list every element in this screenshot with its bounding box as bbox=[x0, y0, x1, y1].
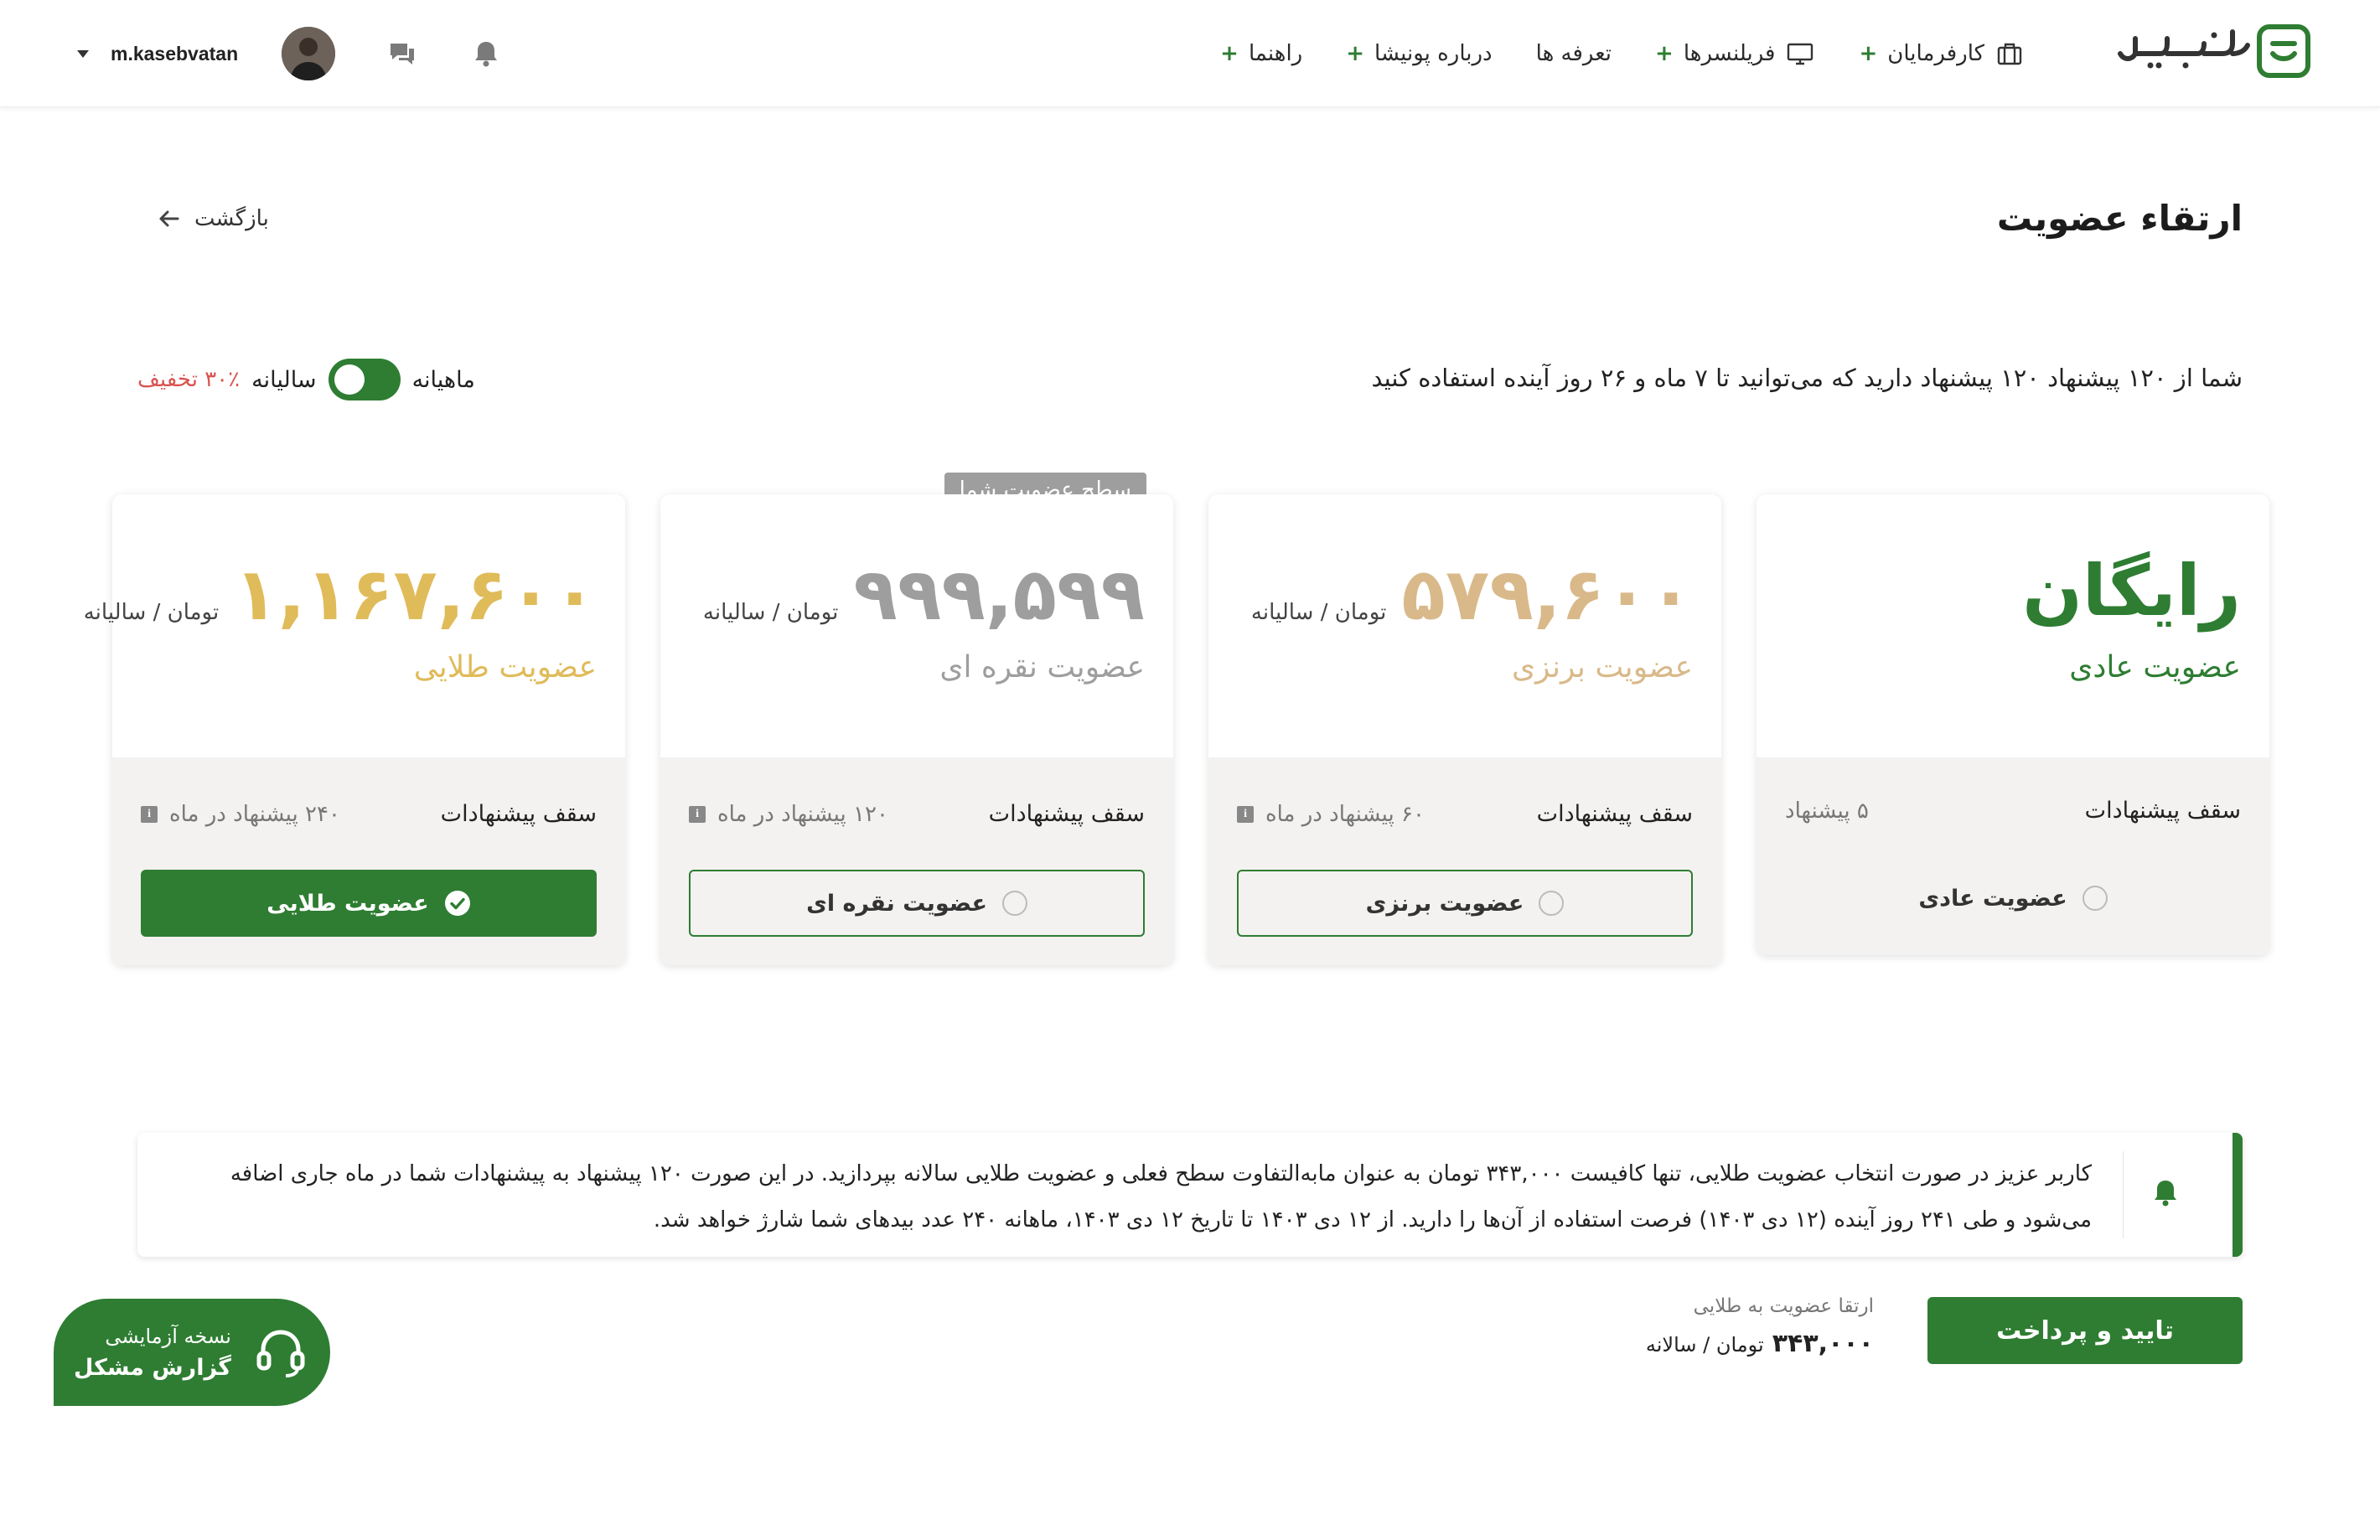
bell-icon[interactable] bbox=[469, 37, 503, 70]
select-free-button[interactable]: عضویت عادی bbox=[1785, 865, 2241, 932]
button-label: عضویت طلایی bbox=[266, 890, 429, 917]
cap-label: سقف پیشنهادات bbox=[440, 801, 597, 827]
report-issue-button[interactable]: نسخه آزمایشی گزارش مشکل bbox=[54, 1299, 330, 1406]
billing-period-switch: ماهیانه سالیانه ۳۰٪ تخفیف bbox=[137, 359, 475, 401]
username[interactable]: m.kasebvatan bbox=[111, 43, 238, 65]
select-bronze-button[interactable]: عضویت برنزی bbox=[1237, 870, 1693, 937]
nav-employers-label: کارفرمایان bbox=[1887, 41, 1984, 66]
chevron-down-icon[interactable] bbox=[77, 49, 89, 58]
nav-pricing-label: تعرفه ها bbox=[1535, 41, 1612, 66]
nav-help[interactable]: راهنما + bbox=[1220, 41, 1302, 66]
top-navbar: کارفرمایان + فریلنسرها + تعرفه ها درباره… bbox=[0, 0, 2380, 107]
back-link[interactable]: بازگشت bbox=[154, 204, 269, 233]
plan-price: رایگان bbox=[2022, 550, 2241, 632]
radio-icon bbox=[1539, 891, 1565, 916]
upgrade-notice: کاربر عزیز در صورت انتخاب عضویت طلایی، ت… bbox=[137, 1133, 2243, 1257]
price-unit: تومان / سالیانه bbox=[702, 600, 839, 625]
price-unit: تومان / سالیانه bbox=[1250, 600, 1387, 625]
page-title: ارتقاء عضویت bbox=[1996, 198, 2243, 239]
plan-card-silver: سطح عضویت شما ۹۹۹,۵۹۹ تومان / سالیانه عض… bbox=[660, 473, 1173, 965]
plan-price: ۵۷۹,۶۰۰ bbox=[1401, 553, 1693, 637]
plan-name: عضویت برنزی bbox=[1511, 650, 1693, 685]
plan-card-gold: ۱,۱۶۷,۶۰۰ تومان / سالیانه عضویت طلایی سق… bbox=[84, 494, 625, 965]
info-icon[interactable]: i bbox=[141, 805, 158, 823]
select-silver-button[interactable]: عضویت نقره ای bbox=[689, 870, 1145, 937]
avatar[interactable] bbox=[282, 27, 336, 80]
plan-name: عضویت عادی bbox=[2069, 650, 2241, 685]
info-icon[interactable]: i bbox=[689, 805, 706, 823]
confirm-pay-button[interactable]: تایید و پرداخت bbox=[1927, 1297, 2243, 1364]
check-circle-icon bbox=[444, 891, 470, 916]
bell-icon bbox=[2155, 1181, 2176, 1207]
radio-icon bbox=[2082, 886, 2108, 911]
cap-value: ۱۲۰ پیشنهاد در ماه i bbox=[689, 802, 888, 827]
summary-title: ارتقا عضویت به طلایی bbox=[1693, 1295, 1874, 1317]
billing-toggle[interactable] bbox=[328, 359, 401, 401]
cap-value: ۲۴۰ پیشنهاد در ماه i bbox=[141, 802, 340, 827]
support-subtitle: نسخه آزمایشی bbox=[105, 1324, 231, 1348]
cap-label: سقف پیشنهادات bbox=[988, 801, 1145, 827]
nav-help-label: راهنما bbox=[1248, 41, 1303, 66]
quota-text: شما از ۱۲۰ پیشنهاد ۱۲۰ پیشنهاد دارید که … bbox=[1371, 364, 2243, 392]
summary-amount: ۳۴۳,۰۰۰ bbox=[1772, 1329, 1874, 1358]
nav-pricing[interactable]: تعرفه ها bbox=[1536, 41, 1612, 66]
plan-card-bronze: ۵۷۹,۶۰۰ تومان / سالیانه عضویت برنزی سقف … bbox=[1208, 494, 1721, 965]
nav-about-label: درباره پونیشا bbox=[1374, 41, 1493, 66]
notice-line-1: کاربر عزیز در صورت انتخاب عضویت طلایی، ت… bbox=[230, 1161, 2092, 1186]
cap-value: ۵ پیشنهاد bbox=[1785, 798, 1869, 824]
plan-name: عضویت نقره ای bbox=[939, 650, 1145, 685]
cap-label: سقف پیشنهادات bbox=[2084, 798, 2241, 824]
cap-value-text: ۱۲۰ پیشنهاد در ماه bbox=[717, 801, 888, 827]
discount-label: ۳۰٪ تخفیف bbox=[137, 367, 241, 392]
select-gold-button[interactable]: عضویت طلایی bbox=[141, 870, 597, 937]
radio-icon bbox=[1001, 891, 1027, 916]
notice-line-2: می‌شود و طی ۲۴۱ روز آینده (۱۲ دی ۱۴۰۳) ف… bbox=[653, 1207, 2092, 1233]
nav-about[interactable]: درباره پونیشا + bbox=[1346, 41, 1492, 66]
plus-icon: + bbox=[1220, 41, 1239, 66]
main-nav: کارفرمایان + فریلنسرها + تعرفه ها درباره… bbox=[1220, 32, 2025, 75]
plus-icon: + bbox=[1859, 41, 1878, 66]
arrow-left-icon bbox=[159, 210, 179, 227]
plus-icon: + bbox=[1346, 41, 1365, 66]
chat-icon[interactable] bbox=[385, 37, 419, 70]
back-label: بازگشت bbox=[194, 206, 269, 231]
cap-value-text: ۵ پیشنهاد bbox=[1785, 798, 1869, 824]
info-icon[interactable]: i bbox=[1237, 805, 1254, 823]
user-area: m.kasebvatan bbox=[77, 23, 503, 84]
upgrade-summary: ارتقا عضویت به طلایی ۳۴۳,۰۰۰ تومان / سال… bbox=[1646, 1295, 1874, 1358]
plus-icon: + bbox=[1655, 41, 1674, 66]
summary-unit: تومان / سالانه bbox=[1645, 1333, 1764, 1357]
notice-divider bbox=[2123, 1151, 2124, 1238]
monthly-label[interactable]: ماهیانه bbox=[412, 367, 475, 393]
monitor-icon bbox=[1788, 43, 1813, 65]
notice-text: کاربر عزیز در صورت انتخاب عضویت طلایی، ت… bbox=[215, 1151, 2092, 1243]
plan-name: عضویت طلایی bbox=[413, 650, 597, 685]
plan-price: ۹۹۹,۵۹۹ bbox=[853, 553, 1145, 637]
nav-freelancers[interactable]: فریلنسرها + bbox=[1655, 39, 1815, 69]
button-label: عضویت عادی bbox=[1918, 885, 2067, 912]
ponisha-logo[interactable] bbox=[2117, 20, 2315, 84]
cap-value-text: ۲۴۰ پیشنهاد در ماه bbox=[169, 801, 340, 827]
price-unit: تومان / سالیانه bbox=[83, 600, 220, 625]
nav-freelancers-label: فریلنسرها bbox=[1683, 41, 1776, 66]
cap-value-text: ۶۰ پیشنهاد در ماه bbox=[1265, 801, 1425, 827]
plan-price: ۱,۱۶۷,۶۰۰ bbox=[234, 553, 597, 637]
toggle-knob bbox=[334, 364, 365, 395]
headset-icon bbox=[256, 1330, 305, 1377]
summary-amount-row: ۳۴۳,۰۰۰ تومان / سالانه bbox=[1646, 1329, 1874, 1358]
plan-card-free: رایگان عضویت عادی سقف پیشنهادات ۵ پیشنها… bbox=[1757, 494, 2269, 955]
support-title: گزارش مشکل bbox=[74, 1354, 231, 1381]
yearly-label[interactable]: سالیانه bbox=[251, 367, 316, 393]
cap-label: سقف پیشنهادات bbox=[1536, 801, 1693, 827]
button-label: عضویت برنزی bbox=[1365, 890, 1524, 917]
nav-employers[interactable]: کارفرمایان + bbox=[1859, 39, 2025, 69]
button-label: عضویت نقره ای bbox=[806, 890, 987, 917]
cap-value: ۶۰ پیشنهاد در ماه i bbox=[1237, 802, 1425, 827]
briefcase-icon bbox=[1997, 43, 2022, 65]
